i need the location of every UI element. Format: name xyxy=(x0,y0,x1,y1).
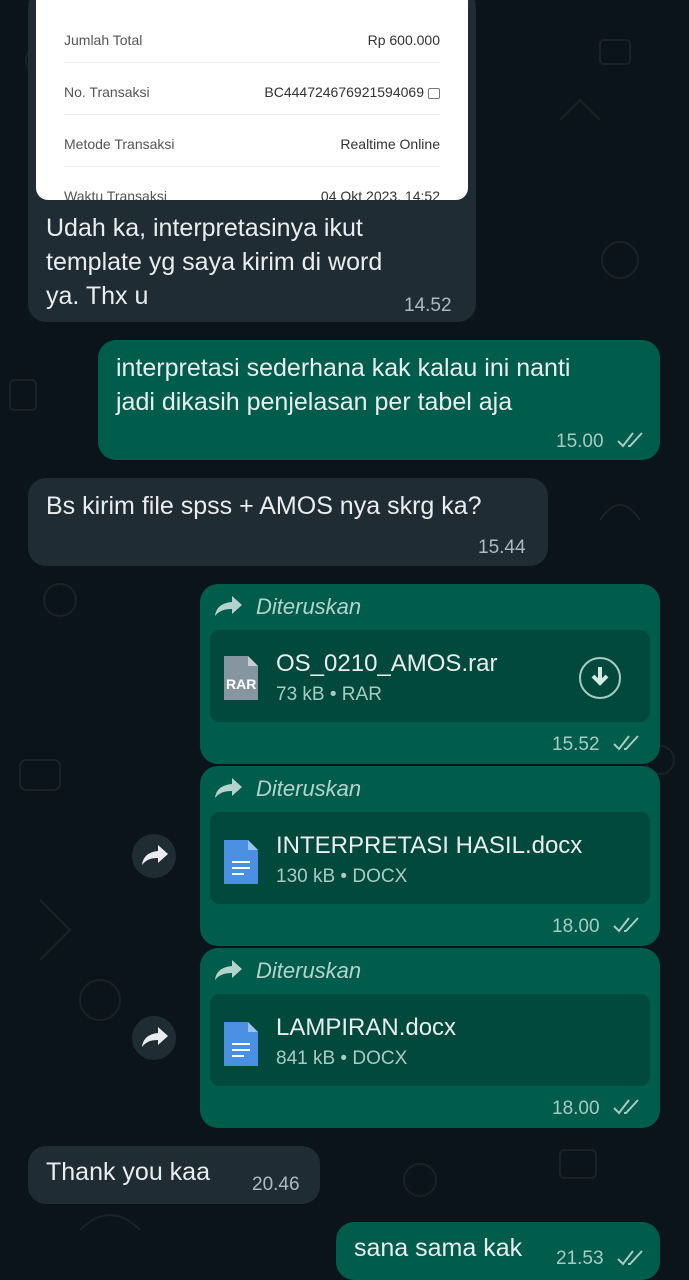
forwarded-file-message[interactable]: Diteruskan INTERPRETASI HASIL.docx 130 k… xyxy=(200,766,660,946)
message-text: Thank you kaa xyxy=(46,1158,210,1186)
forward-icon xyxy=(215,596,242,616)
message-time: 21.53 xyxy=(556,1248,604,1269)
forwarded-label: Diteruskan xyxy=(256,958,362,983)
receipt-label: Jumlah Total xyxy=(64,32,143,48)
forward-icon xyxy=(215,778,242,798)
file-meta: 73 kB • RAR xyxy=(276,684,382,705)
rar-badge: RAR xyxy=(226,676,257,692)
forwarded-label: Diteruskan xyxy=(256,776,362,801)
forward-icon xyxy=(215,960,242,980)
message-time: 15.00 xyxy=(556,431,604,452)
receipt-row-method: Metode Transaksi Realtime Online xyxy=(64,114,440,167)
receipt-label: Metode Transaksi xyxy=(64,136,175,152)
outgoing-message[interactable]: sana sama kak 21.53 xyxy=(336,1222,660,1280)
file-meta: 841 kB • DOCX xyxy=(276,1048,408,1069)
file-attachment-card[interactable]: RAR OS_0210_AMOS.rar 73 kB • RAR xyxy=(210,630,650,722)
receipt-value-wrap: BC444724676921594069 xyxy=(264,84,440,100)
incoming-message[interactable]: Bs kirim file spss + AMOS nya skrg ka? 1… xyxy=(28,478,548,566)
message-text-line: jadi dikasih penjelasan per tabel aja xyxy=(116,388,513,416)
forwarded-file-message[interactable]: Diteruskan LAMPIRAN.docx 841 kB • DOCX 1… xyxy=(200,948,660,1128)
message-text-line: interpretasi sederhana kak kalau ini nan… xyxy=(116,354,571,382)
message-text-line: ya. Thx u xyxy=(46,282,149,310)
message-text-line: Udah ka, interpretasinya ikut xyxy=(46,214,363,242)
outgoing-message[interactable]: interpretasi sederhana kak kalau ini nan… xyxy=(98,340,660,460)
file-name: INTERPRETASI HASIL.docx xyxy=(276,832,583,859)
file-attachment-card[interactable]: INTERPRETASI HASIL.docx 130 kB • DOCX xyxy=(210,812,650,904)
share-forward-icon[interactable] xyxy=(130,1014,178,1062)
receipt-image[interactable]: Jumlah Total Rp 600.000 No. Transaksi BC… xyxy=(36,0,468,200)
receipt-value: 04 Okt 2023, 14:52 xyxy=(320,188,440,200)
receipt-value: BC444724676921594069 xyxy=(264,84,424,100)
receipt-row-total: Jumlah Total Rp 600.000 xyxy=(64,10,440,63)
docx-file-icon xyxy=(224,840,258,884)
double-check-icon xyxy=(617,432,643,448)
message-time: 15.52 xyxy=(552,734,600,755)
forwarded-label: Diteruskan xyxy=(256,594,362,619)
file-meta: 130 kB • DOCX xyxy=(276,866,408,887)
share-forward-icon[interactable] xyxy=(130,832,178,880)
double-check-icon xyxy=(613,917,639,933)
receipt-row-time: Waktu Transaksi 04 Okt 2023, 14:52 xyxy=(64,166,440,200)
file-attachment-card[interactable]: LAMPIRAN.docx 841 kB • DOCX xyxy=(210,994,650,1086)
copy-icon xyxy=(428,87,440,99)
receipt-label: Waktu Transaksi xyxy=(64,188,167,200)
receipt-value: Rp 600.000 xyxy=(367,32,440,48)
message-text-line: template yg saya kirim di word xyxy=(46,248,383,276)
double-check-icon xyxy=(613,735,639,751)
message-time: 18.00 xyxy=(552,916,600,937)
double-check-icon xyxy=(617,1250,643,1266)
receipt-label: No. Transaksi xyxy=(64,84,150,100)
docx-file-icon xyxy=(224,1022,258,1066)
receipt-row-transaction-number: No. Transaksi BC444724676921594069 xyxy=(64,62,440,115)
receipt-value: Realtime Online xyxy=(340,136,440,152)
message-text: Bs kirim file spss + AMOS nya skrg ka? xyxy=(46,492,482,520)
message-text: sana sama kak xyxy=(354,1234,523,1262)
message-time: 15.44 xyxy=(478,537,526,558)
message-time: 14.52 xyxy=(404,295,452,316)
double-check-icon xyxy=(613,1099,639,1115)
file-name: OS_0210_AMOS.rar xyxy=(276,650,498,677)
file-name: LAMPIRAN.docx xyxy=(276,1014,457,1041)
message-time: 18.00 xyxy=(552,1098,600,1119)
forwarded-file-message[interactable]: Diteruskan RAR OS_0210_AMOS.rar 73 kB • … xyxy=(200,584,660,764)
download-icon[interactable] xyxy=(578,656,622,700)
message-time: 20.46 xyxy=(252,1174,300,1195)
incoming-message[interactable]: Thank you kaa 20.46 xyxy=(28,1146,320,1204)
